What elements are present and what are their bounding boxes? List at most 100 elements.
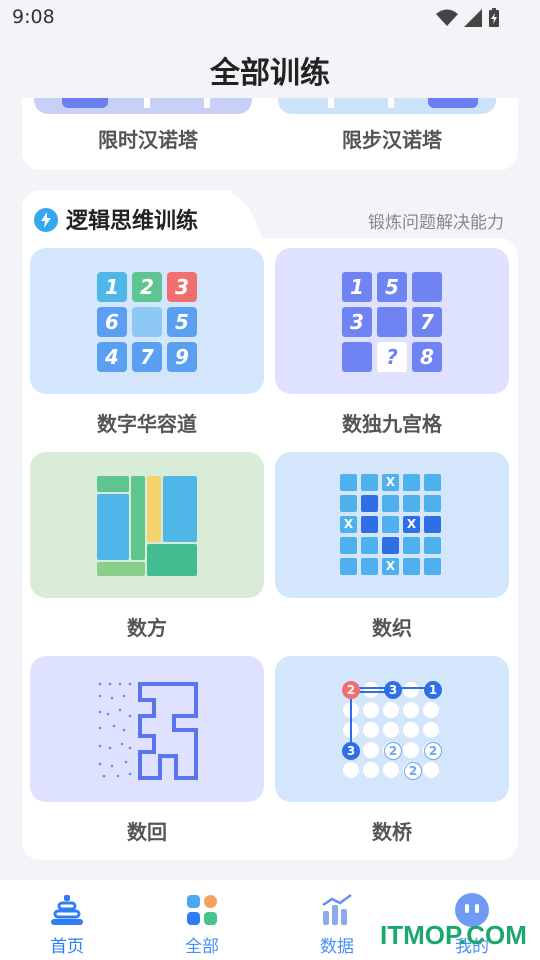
shikaku-block: [131, 476, 145, 560]
nonogram-cell: [424, 516, 441, 533]
nav-label-all: 全部: [185, 937, 219, 957]
klotski-tile: 1: [97, 272, 127, 302]
bridge-dot: [343, 762, 359, 778]
nonogram-cell: [340, 537, 357, 554]
sudoku-cell: 8: [412, 342, 442, 372]
slitherlink-thumbnail[interactable]: [30, 656, 264, 802]
game-label-nonogram[interactable]: 数织: [275, 612, 509, 641]
battery-icon: [489, 8, 499, 27]
nav-label-data: 数据: [320, 937, 354, 957]
game-label-sudoku[interactable]: 数独九宫格: [275, 408, 509, 437]
game-label-klotski[interactable]: 数字华容道: [30, 408, 264, 437]
bridge-island: 1: [424, 681, 442, 699]
bridge-dot: [423, 702, 439, 718]
nonogram-cell: [340, 558, 357, 575]
shikaku-block: [97, 494, 129, 560]
game-label-slitherlink[interactable]: 数回: [30, 816, 264, 845]
slitherlink-drawing: [98, 682, 198, 780]
nonogram-cell: [403, 474, 420, 491]
klotski-tile: 5: [167, 307, 197, 337]
sudoku-cell-question: ?: [377, 342, 407, 372]
bridge-island: 2: [424, 742, 442, 760]
nonogram-cell: [382, 516, 399, 533]
wifi-icon: [436, 9, 458, 26]
shikaku-thumbnail[interactable]: [30, 452, 264, 598]
nonogram-cell: [382, 537, 399, 554]
bridge-dot: [383, 722, 399, 738]
status-icons: [436, 8, 500, 28]
sudoku-cell: 3: [342, 307, 372, 337]
nonogram-thumbnail[interactable]: X X X X: [275, 452, 509, 598]
nonogram-cell: [382, 495, 399, 512]
bridge-dot: [423, 722, 439, 738]
nonogram-x-mark: X: [340, 516, 357, 533]
shikaku-block: [163, 476, 197, 542]
section-subtitle: 锻炼问题解决能力: [368, 213, 504, 233]
nav-label-home: 首页: [50, 937, 84, 957]
klotski-thumbnail[interactable]: 1 2 3 6 5 4 7 9: [30, 248, 264, 394]
nonogram-x-mark: X: [403, 516, 420, 533]
game-label-bridges[interactable]: 数桥: [275, 816, 509, 845]
bridge-dot: [423, 762, 439, 778]
bridge-island: 3: [384, 681, 402, 699]
nonogram-cell: [424, 537, 441, 554]
sudoku-cell: 5: [377, 272, 407, 302]
nonogram-x-mark: X: [382, 558, 399, 575]
sudoku-cell: 7: [412, 307, 442, 337]
bridge-dot: [383, 762, 399, 778]
watermark-text: ITMOP.COM: [380, 920, 527, 950]
bridges-thumbnail[interactable]: 2 3 1 3 2 2 2: [275, 656, 509, 802]
page-title: 全部训练: [210, 56, 330, 91]
bridge-dot: [363, 742, 379, 758]
section-title: 逻辑思维训练: [66, 209, 199, 234]
nonogram-grid: X X X X: [340, 474, 445, 579]
klotski-tile: 3: [167, 272, 197, 302]
nonogram-cell: [424, 495, 441, 512]
status-bar: 9:08: [0, 0, 540, 36]
bridge-island: 3: [342, 742, 360, 760]
bridge-dot: [403, 742, 419, 758]
sudoku-cell: 1: [342, 272, 372, 302]
shikaku-block: [147, 476, 161, 542]
grid-icon: [157, 890, 247, 930]
klotski-tile: 4: [97, 342, 127, 372]
bridge-dot: [403, 722, 419, 738]
nav-item-data[interactable]: 数据: [292, 890, 382, 957]
nonogram-cell: [361, 516, 378, 533]
nonogram-cell: [340, 474, 357, 491]
bridge-dot: [363, 722, 379, 738]
nonogram-cell: [361, 474, 378, 491]
nonogram-cell: [403, 495, 420, 512]
hanoi-thumb-steps[interactable]: [278, 98, 496, 114]
nav-item-home[interactable]: 首页: [22, 890, 112, 957]
status-time: 9:08: [12, 6, 55, 28]
nonogram-cell: [424, 474, 441, 491]
hanoi-section-card: 限时汉诺塔 限步汉诺塔: [22, 98, 518, 170]
signal-icon: [464, 9, 482, 27]
klotski-tile: 7: [132, 342, 162, 372]
nonogram-cell: [361, 537, 378, 554]
shikaku-block: [97, 562, 145, 576]
hanoi-timed-label[interactable]: 限时汉诺塔: [30, 124, 266, 153]
bridge-island: 2: [384, 742, 402, 760]
hanoi-steps-label[interactable]: 限步汉诺塔: [274, 124, 510, 153]
bridge-dot: [403, 702, 419, 718]
nonogram-cell: [424, 558, 441, 575]
sudoku-cell-blank: [342, 342, 372, 372]
sudoku-thumbnail[interactable]: 1 5 3 7 ? 8: [275, 248, 509, 394]
nonogram-cell: [361, 495, 378, 512]
klotski-empty-tile: [132, 307, 162, 337]
bridge-dot: [383, 702, 399, 718]
nav-item-all[interactable]: 全部: [157, 890, 247, 957]
nonogram-cell: [340, 495, 357, 512]
nonogram-x-mark: X: [382, 474, 399, 491]
bridge-dot: [363, 702, 379, 718]
nonogram-cell: [403, 558, 420, 575]
bridge-island: 2: [404, 762, 422, 780]
game-label-shikaku[interactable]: 数方: [30, 612, 264, 641]
logic-training-section: 逻辑思维训练 锻炼问题解决能力 1 2 3 6 5 4 7 9 数字华容道 1 …: [22, 190, 518, 860]
bridge-dot: [363, 682, 379, 698]
hanoi-thumb-timed[interactable]: [34, 98, 252, 114]
nonogram-cell: [361, 558, 378, 575]
shikaku-block: [147, 544, 197, 576]
